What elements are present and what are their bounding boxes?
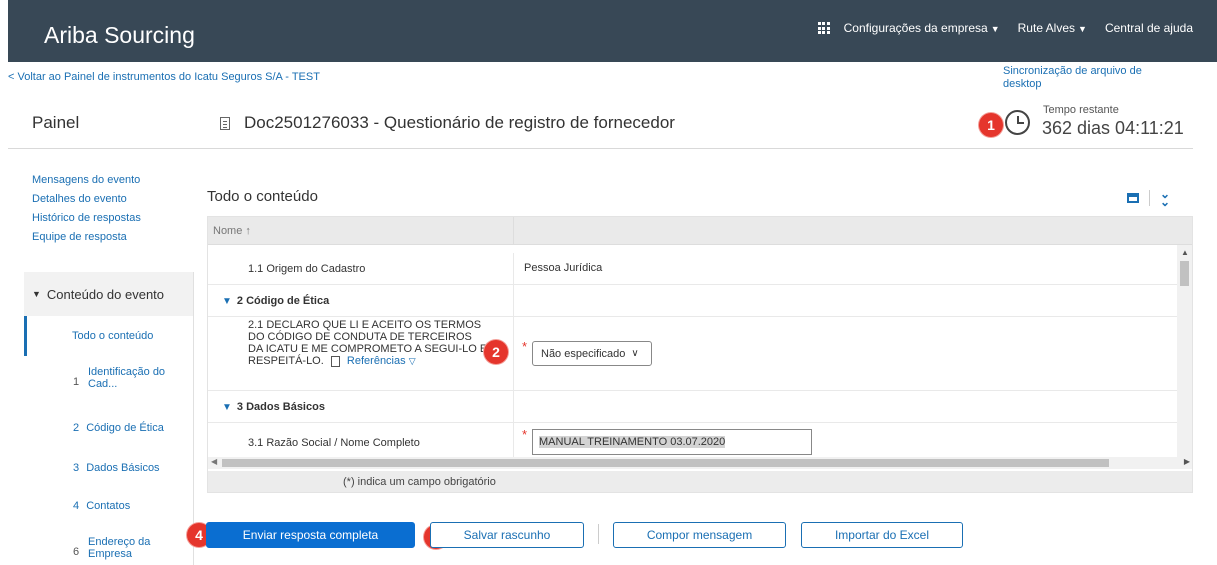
scroll-right-arrow-icon[interactable]: ▶: [1184, 457, 1190, 466]
scroll-thumb[interactable]: [1180, 261, 1189, 286]
table-row: 1.1 Origem do Cadastro Pessoa Jurídica: [208, 253, 1178, 285]
document-icon: [220, 116, 230, 130]
painel-title: Painel: [32, 113, 80, 132]
desktop-sync-link[interactable]: Sincronização de arquivo de desktop: [1003, 65, 1183, 91]
time-remaining-label: Tempo restante: [1043, 104, 1119, 116]
expand-triangle-icon[interactable]: ▼: [222, 296, 232, 307]
table-section-row[interactable]: ▼ 3 Dados Básicos: [208, 391, 1178, 423]
company-name-input[interactable]: MANUAL TREINAMENTO 03.07.2020: [532, 429, 812, 455]
expand-triangle-icon[interactable]: ▼: [222, 402, 232, 413]
sidebar-item-ethics-code[interactable]: 2 Código de Ética: [24, 410, 193, 448]
table-section-row[interactable]: ▼ 2 Código de Ética: [208, 285, 1178, 317]
annotation-badge-2: 2: [484, 340, 508, 364]
table-row: 3.1 Razão Social / Nome Completo * MANUA…: [208, 423, 1178, 459]
apps-grid-icon[interactable]: [817, 22, 830, 34]
table-view-icon[interactable]: [1127, 193, 1139, 203]
back-to-dashboard-link[interactable]: < Voltar ao Painel de instrumentos do Ic…: [8, 71, 320, 83]
sidebar-link-event-details[interactable]: Detalhes do evento: [32, 190, 141, 209]
horizontal-scrollbar[interactable]: ◀ ▶: [208, 457, 1192, 469]
ethics-code-select[interactable]: Não especificado ∨: [532, 341, 652, 366]
compose-message-button[interactable]: Compor mensagem: [613, 522, 786, 548]
chevron-down-icon: ∨: [631, 348, 639, 359]
sidebar-item-basic-data[interactable]: 3 Dados Básicos: [24, 448, 193, 488]
required-field-note: (*) indica um campo obrigatório: [208, 471, 1192, 492]
caret-down-icon: ▼: [990, 24, 1000, 34]
brand-logo[interactable]: Ariba Sourcing: [44, 22, 195, 49]
top-links: Configurações da empresa ▼ Rute Alves ▼ Ce…: [817, 21, 1193, 35]
content-title: Todo o conteúdo: [207, 188, 318, 205]
caret-down-icon: ▼: [1078, 24, 1087, 34]
help-center-link[interactable]: Central de ajuda: [1105, 21, 1193, 35]
scroll-left-arrow-icon[interactable]: ◀: [211, 457, 217, 466]
references-icon[interactable]: [330, 355, 340, 367]
references-link[interactable]: Referências: [347, 355, 406, 367]
sidebar-item-all-content[interactable]: Todo o conteúdo: [24, 316, 193, 356]
annotation-badge-1: 1: [979, 113, 1003, 137]
event-content-header[interactable]: ▼ Conteúdo do evento: [24, 272, 193, 316]
sidebar-link-response-history[interactable]: Histórico de respostas: [32, 209, 141, 228]
vertical-scrollbar[interactable]: ▲ ▼: [1177, 245, 1192, 467]
scroll-up-arrow-icon[interactable]: ▲: [1181, 248, 1189, 257]
collapse-triangle-icon: ▼: [32, 289, 41, 299]
sidebar-item-company-address[interactable]: 6 Endereço da Empresa: [24, 526, 193, 565]
save-draft-button[interactable]: Salvar rascunho: [430, 522, 584, 548]
scroll-thumb[interactable]: [222, 459, 1109, 467]
content-toolbar: ⌄ ⌄: [1127, 188, 1170, 208]
event-content-panel: ▼ Conteúdo do evento Todo o conteúdo 1 I…: [24, 272, 194, 565]
sidebar-links: Mensagens do evento Detalhes do evento H…: [32, 171, 141, 247]
sidebar-link-event-messages[interactable]: Mensagens do evento: [32, 171, 141, 190]
sidebar-item-identification[interactable]: 1 Identificação do Cad...: [24, 356, 193, 410]
sidebar-item-contacts[interactable]: 4 Contatos: [24, 488, 193, 526]
submit-complete-response-button[interactable]: Enviar resposta completa: [206, 522, 415, 548]
page-title: Doc2501276033 - Questionário de registro…: [220, 113, 675, 133]
double-chevron-down-icon[interactable]: ⌄ ⌄: [1160, 188, 1170, 208]
table-row: 2.1 DECLARO QUE LI E ACEITO OS TERMOS DO…: [208, 317, 1178, 391]
time-remaining-value: 362 dias 04:11:21: [1042, 118, 1184, 138]
company-settings-menu[interactable]: Configurações da empresa ▼: [844, 21, 1000, 35]
top-bar: Ariba Sourcing Configurações da empresa ▼…: [8, 0, 1217, 62]
clock-icon: [1005, 110, 1030, 135]
import-excel-button[interactable]: Importar do Excel: [801, 522, 963, 548]
chevron-down-icon[interactable]: ▽: [409, 356, 416, 366]
content-table: Nome ↑ 1.1 Origem do Cadastro Pessoa Jur…: [207, 216, 1193, 493]
table-header: Nome ↑: [208, 217, 1192, 245]
header-divider: [8, 148, 1193, 149]
sidebar-link-response-team[interactable]: Equipe de resposta: [32, 228, 141, 247]
user-menu[interactable]: Rute Alves ▼: [1018, 21, 1087, 35]
column-header-name[interactable]: Nome ↑: [213, 225, 251, 237]
